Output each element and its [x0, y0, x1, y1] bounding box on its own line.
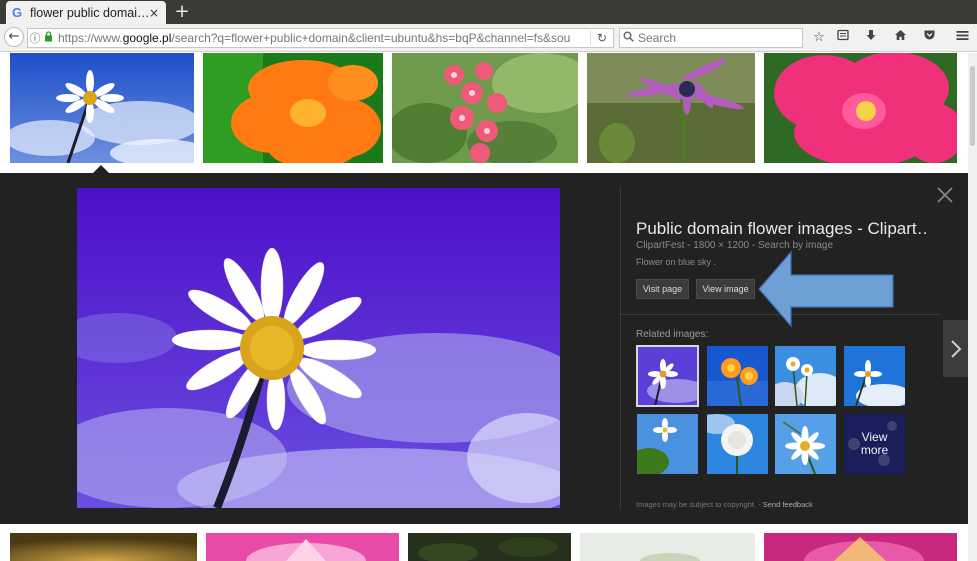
info-icon[interactable]: ⓘ	[28, 30, 42, 46]
send-feedback-link[interactable]: Send feedback	[763, 500, 813, 509]
navigation-bar: ← ⓘ https://www.google.pl/search?q=flowe…	[0, 24, 977, 52]
result-thumbnail-purple-daisy[interactable]	[587, 53, 755, 163]
related-image-1[interactable]	[636, 345, 699, 407]
download-icon[interactable]	[861, 28, 881, 48]
related-images-heading: Related images:	[636, 329, 709, 340]
view-image-button[interactable]: View image	[696, 279, 755, 299]
url-bar[interactable]: ⓘ https://www.google.pl/search?q=flower+…	[27, 28, 614, 48]
related-image-7[interactable]	[775, 414, 836, 474]
close-icon[interactable]: ×	[148, 6, 160, 20]
result-thumbnail-orange-flower[interactable]	[203, 53, 383, 163]
result-thumbnail-bottom-3[interactable]	[408, 533, 571, 561]
preview-image-daisy[interactable]	[77, 188, 560, 508]
close-icon[interactable]	[934, 186, 956, 208]
search-icon	[620, 31, 636, 45]
preview-title[interactable]: Public domain flower images - Clipart…	[636, 219, 928, 239]
reload-icon[interactable]: ↻	[590, 31, 613, 45]
home-icon[interactable]	[890, 28, 910, 48]
star-icon[interactable]: ☆	[809, 28, 829, 48]
arrow-annotation	[758, 250, 894, 328]
related-image-2[interactable]	[707, 346, 768, 406]
tab-title: flower public domai…	[30, 5, 148, 20]
result-thumbnail-bottom-4[interactable]	[580, 533, 755, 561]
result-thumbnail-daisy-sky[interactable]	[10, 53, 194, 163]
tab-strip: G flower public domai… × +	[0, 0, 977, 24]
result-thumbnail-bottom-2[interactable]	[206, 533, 399, 561]
search-input[interactable]	[636, 30, 800, 46]
result-thumbnail-pink-rose[interactable]	[764, 53, 957, 163]
lock-icon	[42, 31, 54, 45]
scrollbar-thumb[interactable]	[970, 66, 975, 146]
preview-description: Flower on blue sky .	[636, 257, 717, 267]
related-image-6[interactable]	[707, 414, 768, 474]
result-thumbnail-pink-cluster[interactable]	[392, 53, 578, 163]
copyright-footnote: Images may be subject to copyright. - Se…	[636, 500, 813, 509]
related-image-5[interactable]	[637, 414, 698, 474]
result-thumbnail-bottom-5[interactable]	[764, 533, 957, 561]
url-text: https://www.google.pl/search?q=flower+pu…	[58, 31, 571, 45]
pocket-icon[interactable]	[919, 28, 939, 48]
menu-icon[interactable]	[952, 28, 972, 48]
visit-page-button[interactable]: Visit page	[636, 279, 689, 299]
chevron-right-icon[interactable]	[943, 320, 968, 377]
related-image-4[interactable]	[844, 346, 905, 406]
back-arrow-icon[interactable]: ←	[4, 27, 24, 47]
panel-divider	[620, 188, 621, 508]
reading-list-icon[interactable]	[833, 28, 853, 48]
result-thumbnail-bottom-1[interactable]	[10, 533, 197, 561]
google-g-icon: G	[12, 5, 23, 20]
view-more-link[interactable]: View more	[844, 414, 905, 474]
search-field[interactable]	[619, 28, 803, 48]
plus-icon[interactable]: +	[172, 2, 192, 22]
browser-tab[interactable]: G flower public domai… ×	[6, 1, 166, 24]
related-image-3[interactable]	[775, 346, 836, 406]
